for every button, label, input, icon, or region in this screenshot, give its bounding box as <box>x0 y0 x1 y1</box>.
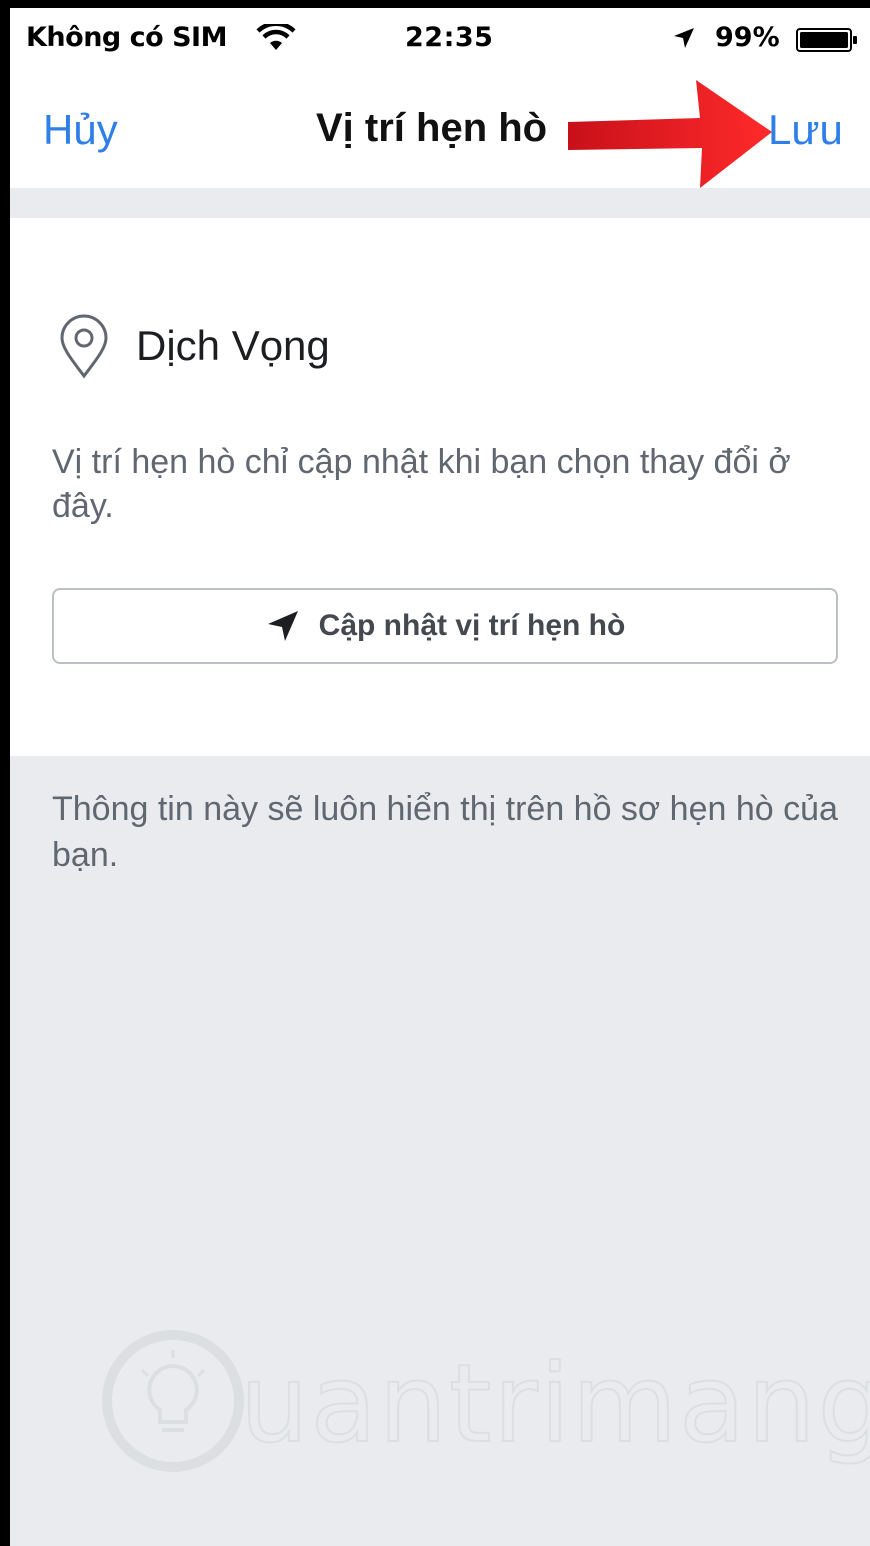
cancel-button[interactable]: Hủy <box>43 106 118 154</box>
location-card: Dịch Vọng Vị trí hẹn hò chỉ cập nhật khi… <box>10 218 870 756</box>
status-bar: Không có SIM 22:35 99% <box>10 8 870 70</box>
location-arrow-icon <box>674 28 694 48</box>
location-name: Dịch Vọng <box>136 322 330 369</box>
wifi-icon <box>256 24 296 50</box>
visibility-note: Thông tin này sẽ luôn hiển thị trên hồ s… <box>52 790 838 874</box>
watermark: uantrimang <box>98 1316 870 1486</box>
info-section: Thông tin này sẽ luôn hiển thị trên hồ s… <box>10 756 870 1546</box>
annotation-arrow-icon <box>568 80 772 188</box>
update-location-label: Cập nhật vị trí hẹn hò <box>318 609 626 642</box>
carrier-label: Không có SIM <box>26 22 227 53</box>
battery-icon <box>796 28 857 52</box>
phone-screen: Không có SIM 22:35 99% Hủy Vị trí hẹn hò… <box>0 0 870 1546</box>
battery-percent: 99% <box>715 22 780 53</box>
section-separator <box>10 188 870 218</box>
update-location-button[interactable]: Cập nhật vị trí hẹn hò <box>52 588 838 664</box>
watermark-text: uantrimang <box>239 1341 870 1468</box>
location-description: Vị trí hẹn hò chỉ cập nhật khi bạn chọn … <box>52 443 791 525</box>
location-arrow-icon <box>267 611 298 641</box>
lightbulb-logo-icon <box>102 1330 244 1472</box>
page-title: Vị trí hẹn hò <box>316 106 548 150</box>
map-pin-icon <box>60 314 108 379</box>
clock: 22:35 <box>405 22 494 53</box>
